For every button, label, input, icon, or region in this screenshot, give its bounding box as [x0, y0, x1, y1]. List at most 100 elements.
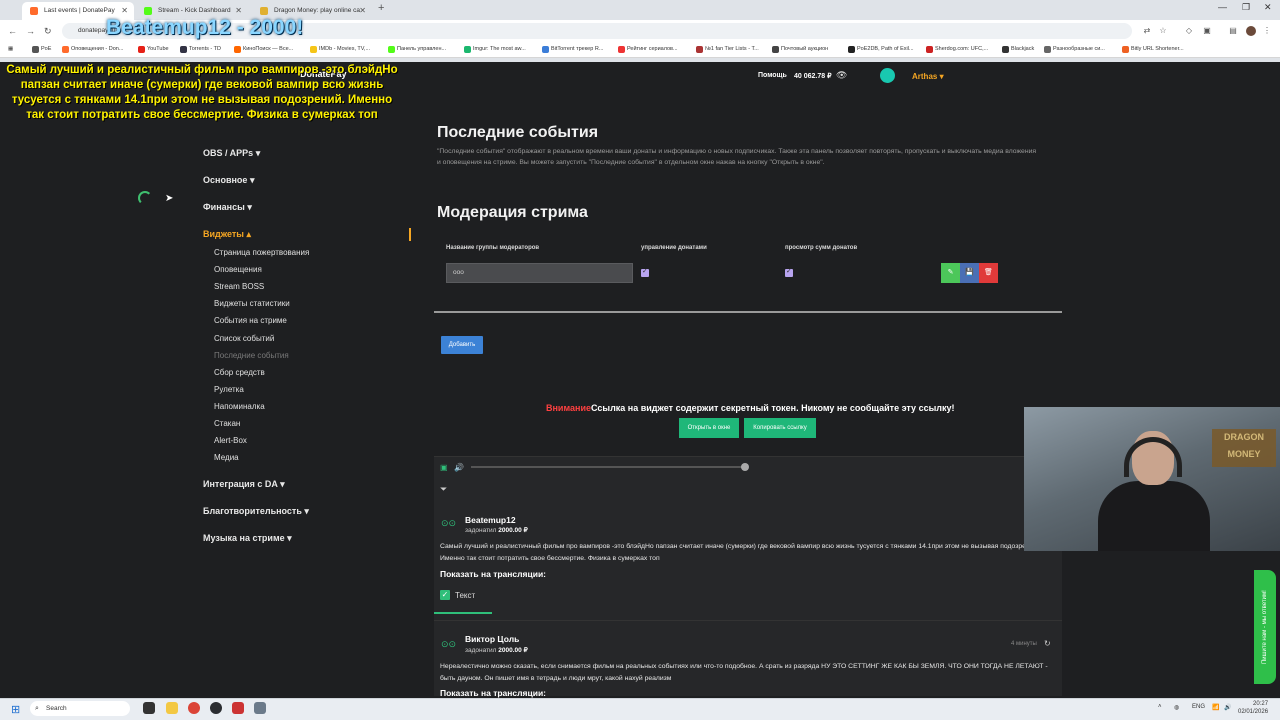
bookmark-item[interactable]: BitTorrent трекер R... [542, 46, 603, 53]
close-tab-icon[interactable]: ✕ [359, 2, 366, 20]
sidebar-item-event-list[interactable]: Список событий [214, 334, 274, 343]
sidebar-item-donation-page[interactable]: Страница пожертвования [214, 248, 309, 257]
bookmark-item[interactable]: Оповещения - Don... [62, 46, 123, 53]
app-icon[interactable] [232, 702, 244, 714]
webcam-overlay: DRAGON MONEY [1024, 407, 1280, 551]
sidebar-section-main[interactable]: Основное ▾ [203, 175, 254, 186]
media-toggle-icon[interactable]: ▣ [440, 463, 448, 472]
maximize-icon[interactable]: ❐ [1242, 2, 1250, 13]
sidebar-item-stat-widgets[interactable]: Виджеты статистики [214, 299, 290, 308]
bookmark-item[interactable]: Bitly URL Shortener... [1122, 46, 1184, 53]
apps-grid-icon[interactable]: ▦ [8, 46, 13, 52]
sidebar-item-stream-boss[interactable]: Stream BOSS [214, 282, 264, 291]
bookmark-item[interactable]: Imgur: The most aw... [464, 46, 526, 53]
bookmark-item[interactable]: Панель управлен... [388, 46, 446, 53]
sidebar-item-reminder[interactable]: Напоминалка [214, 402, 265, 411]
translate-icon[interactable]: ⇄ [1142, 26, 1152, 36]
sidebar-section-charity[interactable]: Благотворительность ▾ [203, 506, 309, 517]
volume-slider-handle[interactable] [741, 463, 749, 471]
language-indicator[interactable]: ENG [1192, 704, 1205, 710]
volume-icon[interactable]: 🔊 [454, 463, 464, 472]
feedback-side-tab[interactable]: Пишите нам - мы ответим! [1254, 570, 1276, 684]
reload-icon[interactable]: ↻ [44, 26, 52, 37]
task-view-icon[interactable] [143, 702, 155, 714]
minimize-icon[interactable]: — [1218, 2, 1227, 12]
view-sums-checkbox[interactable] [785, 267, 793, 277]
bookmark-item[interactable]: YouTube [138, 46, 169, 53]
extensions-puzzle-icon[interactable]: ▣ [1202, 26, 1212, 36]
bookmark-item[interactable]: PoE [32, 46, 51, 53]
sidebar-section-obs[interactable]: OBS / APPs ▾ [203, 148, 260, 159]
search-icon: ⌕ [35, 705, 39, 712]
profile-avatar[interactable] [1246, 26, 1256, 36]
donatepay-favicon-icon [30, 7, 38, 15]
event-text-option[interactable]: ✓ Текст [440, 590, 475, 600]
loading-spinner-icon [138, 191, 152, 205]
tray-app-icon[interactable]: ◍ [1174, 704, 1179, 711]
app-icon[interactable] [254, 702, 266, 714]
sidebar-item-stream-events[interactable]: События на стриме [214, 316, 287, 325]
tray-arrow-icon[interactable]: ˄ [1158, 704, 1162, 710]
file-explorer-icon[interactable] [166, 702, 178, 714]
sidebar-section-finance[interactable]: Финансы ▾ [203, 202, 252, 213]
group-edit-button[interactable]: ✎ [941, 263, 960, 283]
group-delete-button[interactable]: 🗑 [979, 263, 998, 283]
moderation-title: Модерация стрима [437, 204, 588, 221]
sidebar-section-da-integration[interactable]: Интеграция с DA ▾ [203, 479, 285, 490]
donatepay-event-icon: ⊙⊙ [441, 639, 457, 649]
new-tab-icon[interactable]: + [378, 2, 384, 14]
sidebar-item-last-events[interactable]: Последние события [214, 351, 289, 360]
group-save-button[interactable]: 💾 [960, 263, 979, 283]
volume-slider[interactable] [471, 466, 747, 468]
manage-donations-checkbox[interactable] [641, 267, 649, 277]
open-in-window-button[interactable]: Открыть в окне [679, 418, 739, 438]
column-header-manage: управление донатами [641, 245, 707, 251]
sound-icon[interactable]: 🔊 [1224, 704, 1231, 711]
extension-icon[interactable]: ◇ [1184, 26, 1194, 36]
moderator-group-input[interactable]: ооо [446, 263, 633, 283]
bookmark-item[interactable]: №1 fan Tier Lists - T... [696, 46, 759, 53]
bookmark-item[interactable]: Blackjack [1002, 46, 1034, 53]
token-warning: ВниманиеСсылка на виджет содержит секрет… [546, 403, 955, 413]
sidebar-item-alerts[interactable]: Оповещения [214, 265, 262, 274]
bookmark-item[interactable]: КиноПоиск — Все... [234, 46, 293, 53]
sidebar-item-glass[interactable]: Стакан [214, 419, 240, 428]
checkbox-checked-icon[interactable]: ✓ [440, 590, 450, 600]
add-group-button[interactable]: Добавить [441, 336, 483, 354]
obs-icon[interactable] [210, 702, 222, 714]
bookmark-item[interactable]: PoE2DB, Path of Exil... [848, 46, 914, 53]
taskbar-search[interactable]: ⌕ Search [30, 701, 130, 716]
sidebar-item-fundraising[interactable]: Сбор средств [214, 368, 265, 377]
browser-menu-icon[interactable]: ⋮ [1262, 26, 1272, 36]
replay-icon[interactable]: ↻ [1044, 639, 1051, 648]
taskbar-clock[interactable]: 20:27 02/01/2026 [1238, 700, 1268, 716]
bookmark-item[interactable]: Разнообразные си... [1044, 46, 1105, 53]
sidebar-item-roulette[interactable]: Рулетка [214, 385, 244, 394]
bookmark-item[interactable]: Sherdog.com: UFC,... [926, 46, 988, 53]
sidepanel-icon[interactable]: ▤ [1228, 26, 1238, 36]
eye-icon[interactable]: 👁 [836, 70, 847, 81]
forward-icon[interactable]: → [26, 26, 35, 36]
event-message: Самый лучший и реалистичный фильм про ва… [440, 543, 1040, 562]
network-icon[interactable]: 📶 [1212, 704, 1219, 711]
mouse-cursor-icon: ➤ [165, 193, 174, 204]
filter-icon[interactable]: ⏷ [440, 484, 447, 495]
bookmark-item[interactable]: Почтовый аукцион [772, 46, 828, 53]
copy-link-button[interactable]: Копировать ссылку [744, 418, 816, 438]
avatar[interactable] [880, 68, 895, 83]
user-menu[interactable]: Arthas ▾ [912, 72, 944, 81]
help-link[interactable]: Помощь [758, 72, 787, 79]
bookmark-item[interactable]: Рейтинг сериалов... [618, 46, 678, 53]
bookmark-item[interactable]: IMDb - Movies, TV,... [310, 46, 370, 53]
sidebar-item-alert-box[interactable]: Alert-Box [214, 436, 247, 445]
chrome-icon[interactable] [188, 702, 200, 714]
bookmark-star-icon[interactable]: ☆ [1158, 26, 1168, 36]
bookmark-item[interactable]: Torrents - TD [180, 46, 221, 53]
sidebar-section-music[interactable]: Музыка на стриме ▾ [203, 533, 292, 544]
sidebar-section-widgets[interactable]: Виджеты ▴ [203, 229, 251, 240]
column-header-view-sums: просмотр сумм донатов [785, 245, 858, 251]
back-icon[interactable]: ← [8, 26, 17, 36]
windows-start-icon[interactable]: ⊞ [11, 703, 20, 716]
sidebar-item-media[interactable]: Медиа [214, 453, 239, 462]
close-window-icon[interactable]: ✕ [1264, 2, 1272, 13]
